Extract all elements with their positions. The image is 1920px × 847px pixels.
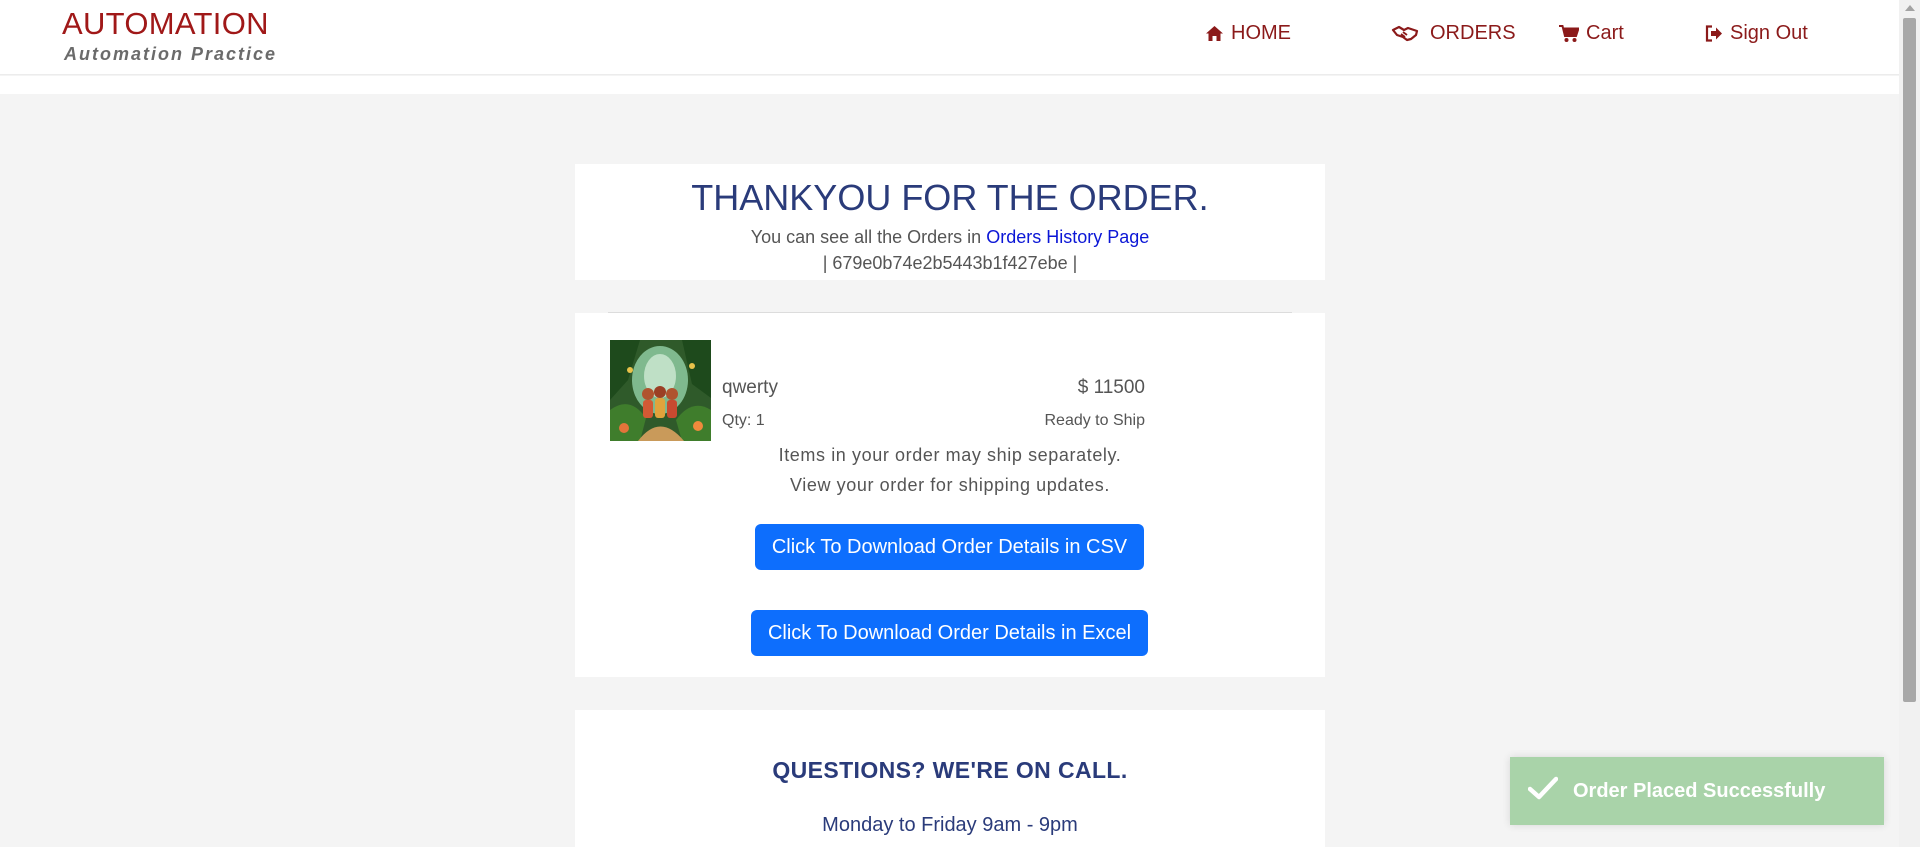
header-stripe (0, 76, 1899, 94)
check-icon (1510, 776, 1573, 806)
nav-home[interactable]: HOME (1205, 22, 1291, 45)
page-scrollbar[interactable] (1899, 0, 1920, 847)
questions-title: QUESTIONS? WE'RE ON CALL. (772, 757, 1128, 783)
thank-you-card: THANKYOU FOR THE ORDER. You can see all … (575, 164, 1325, 280)
download-csv-button[interactable]: Click To Download Order Details in CSV (755, 524, 1144, 570)
item-quantity: Qty: 1 (722, 412, 765, 429)
brand-title[interactable]: AUTOMATION (62, 6, 269, 42)
nav-sign-out-label: Sign Out (1730, 22, 1808, 44)
success-toast[interactable]: Order Placed Successfully (1510, 757, 1884, 825)
top-navbar: AUTOMATION Automation Practice HOME ORDE… (0, 0, 1899, 75)
shipping-note-1: Items in your order may ship separately. (778, 445, 1122, 465)
orders-history-link[interactable]: Orders History Page (986, 227, 1149, 247)
item-status: Ready to Ship (1044, 412, 1145, 429)
product-image (610, 340, 711, 441)
nav-home-label: HOME (1231, 22, 1291, 44)
questions-card: QUESTIONS? WE'RE ON CALL. Monday to Frid… (575, 710, 1325, 847)
order-items-card: qwerty $ 11500 Qty: 1 Ready to Ship Item… (575, 313, 1325, 677)
nav-sign-out[interactable]: Sign Out (1705, 22, 1808, 45)
page-title: THANKYOU FOR THE ORDER. (691, 177, 1209, 218)
brand-subtitle: Automation Practice (64, 44, 278, 64)
handshake-icon (1391, 25, 1419, 42)
scrollbar-thumb[interactable] (1903, 18, 1916, 702)
item-price: $ 11500 (1077, 377, 1145, 398)
support-hours: Monday to Friday 9am - 9pm (822, 814, 1078, 836)
home-icon (1205, 25, 1224, 42)
nav-cart-label: Cart (1586, 22, 1624, 44)
nav-orders[interactable]: ORDERS (1391, 22, 1516, 45)
sign-out-icon (1705, 25, 1723, 42)
item-name: qwerty (722, 377, 778, 398)
order-id: | 679e0b74e2b5443b1f427ebe | (822, 253, 1078, 273)
scroll-up-arrow-icon[interactable] (1905, 5, 1915, 11)
orders-history-line: You can see all the Orders in Orders His… (575, 227, 1325, 248)
cart-icon (1559, 24, 1579, 43)
download-excel-button[interactable]: Click To Download Order Details in Excel (751, 610, 1148, 656)
orders-history-prefix: You can see all the Orders in (750, 227, 982, 247)
shipping-note-2: View your order for shipping updates. (789, 475, 1111, 495)
nav-cart[interactable]: Cart (1559, 22, 1624, 45)
toast-message: Order Placed Successfully (1573, 779, 1826, 802)
nav-orders-label: ORDERS (1430, 22, 1516, 44)
